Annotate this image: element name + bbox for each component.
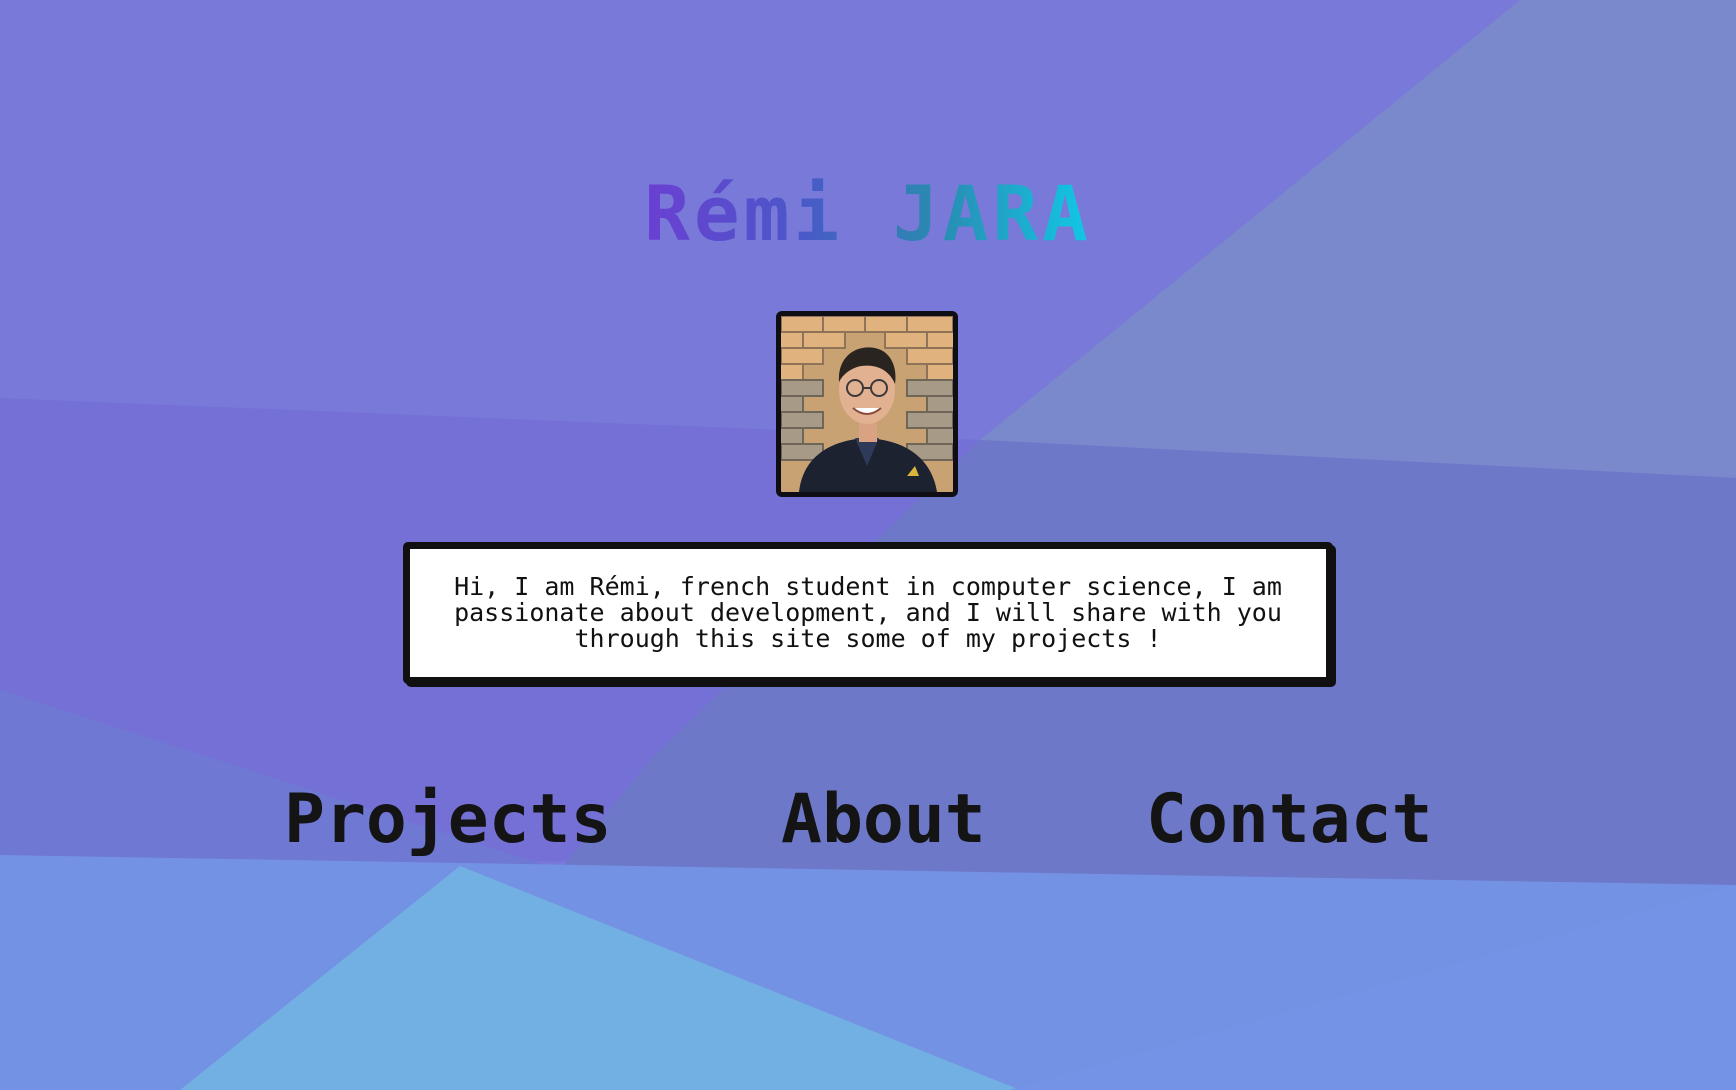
page-title: Rémi JARA xyxy=(0,176,1736,252)
profile-photo xyxy=(781,316,953,492)
nav-link-projects[interactable]: Projects xyxy=(284,786,612,854)
nav-link-contact[interactable]: Contact xyxy=(1146,786,1433,854)
nav-link-about[interactable]: About xyxy=(781,786,986,854)
bio-text: Hi, I am Rémi, french student in compute… xyxy=(454,572,1282,653)
avatar xyxy=(776,311,958,497)
bio-box: Hi, I am Rémi, french student in compute… xyxy=(403,542,1333,684)
site-owner-name: Rémi JARA xyxy=(644,169,1092,258)
